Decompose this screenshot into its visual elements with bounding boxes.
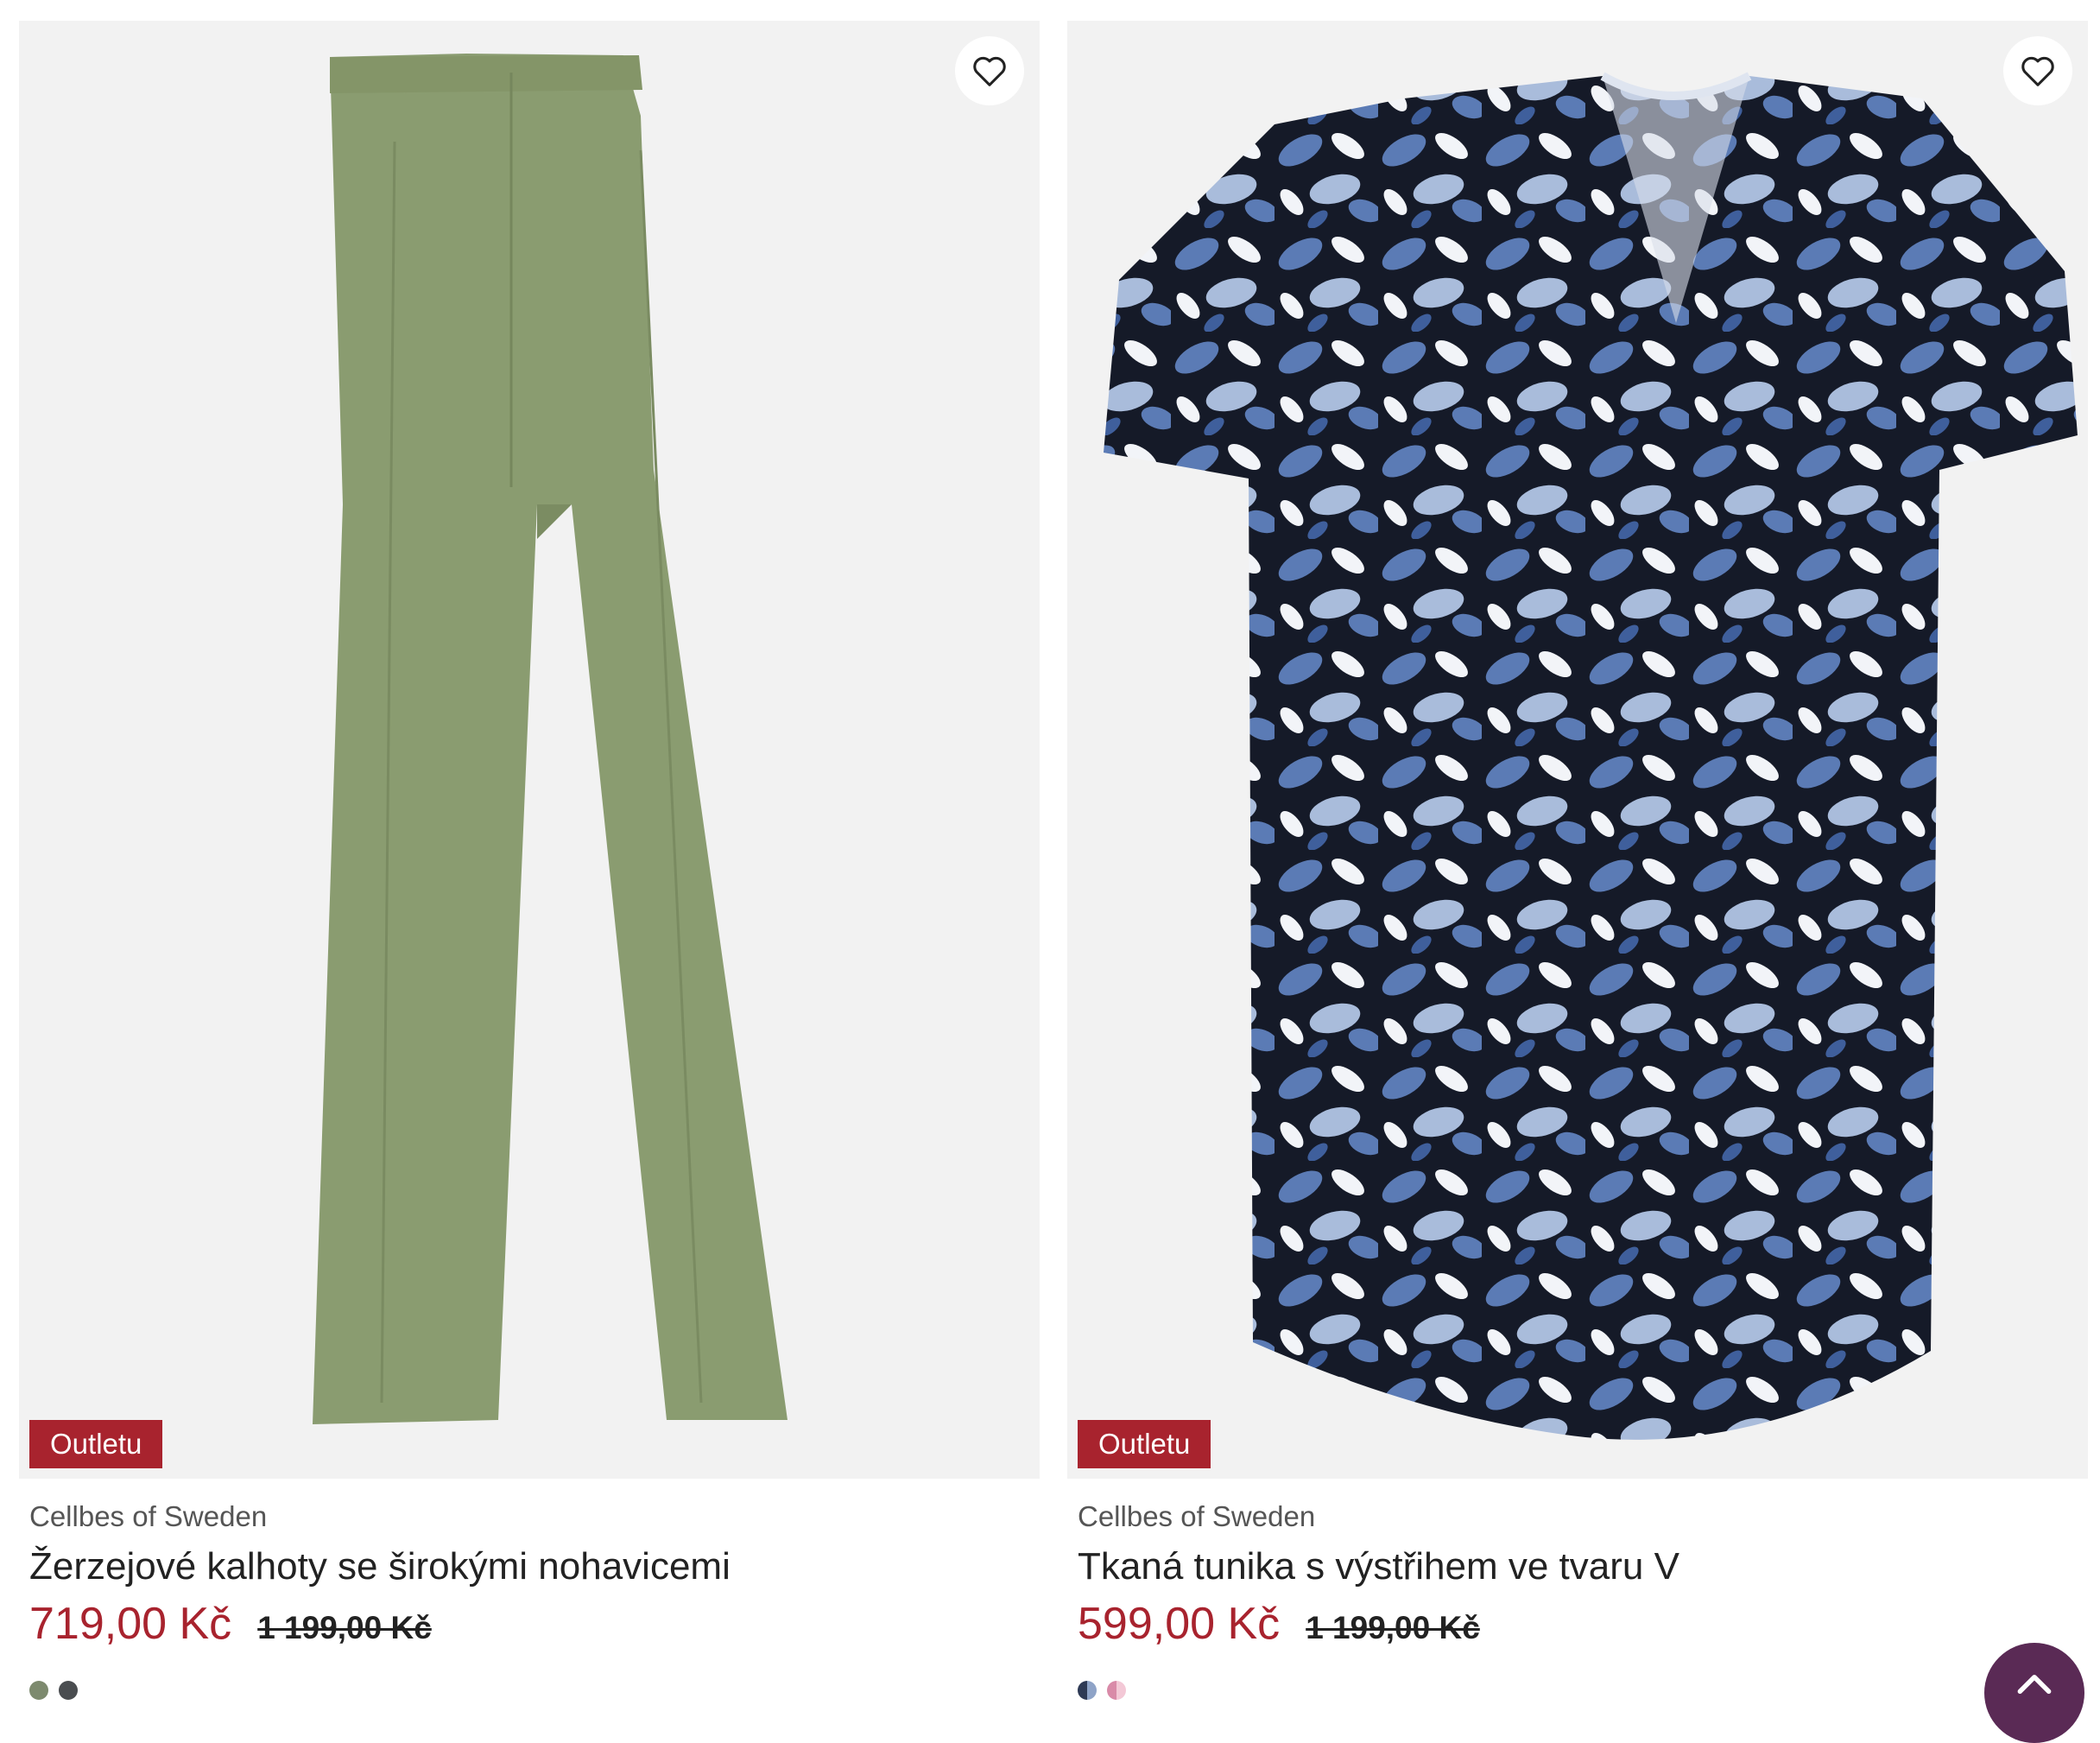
trousers-image bbox=[313, 54, 788, 1424]
product-grid: Outletu Cellbes of Sweden Žerzejové kalh… bbox=[19, 21, 2088, 1700]
product-title[interactable]: Tkaná tunika s výstřihem ve tvaru V bbox=[1078, 1543, 2088, 1591]
product-card-tunic[interactable]: Outletu Cellbes of Sweden Tkaná tunika s… bbox=[1067, 21, 2088, 1700]
outlet-badge: Outletu bbox=[1078, 1420, 1211, 1468]
color-swatch-grey[interactable] bbox=[59, 1681, 78, 1700]
chevron-up-icon bbox=[2017, 1674, 2052, 1695]
product-brand: Cellbes of Sweden bbox=[29, 1500, 268, 1532]
outlet-badge: Outletu bbox=[29, 1420, 163, 1468]
original-price: 1 199,00 Kč bbox=[1306, 1610, 1480, 1645]
product-card-trousers[interactable]: Outletu Cellbes of Sweden Žerzejové kalh… bbox=[19, 21, 1040, 1700]
color-swatch-pink[interactable] bbox=[1107, 1681, 1126, 1700]
product-prices: 719,00 Kč 1 199,00 Kč bbox=[29, 1598, 1040, 1650]
product-image[interactable]: Outletu bbox=[19, 21, 1040, 1479]
product-info: Cellbes of Sweden Žerzejové kalhoty se š… bbox=[19, 1499, 1040, 1700]
favorite-button[interactable] bbox=[2003, 36, 2072, 105]
product-title[interactable]: Žerzejové kalhoty se širokými nohavicemi bbox=[29, 1543, 1040, 1591]
color-swatches bbox=[29, 1681, 1040, 1700]
original-price: 1 199,00 Kč bbox=[257, 1610, 432, 1645]
product-info: Cellbes of Sweden Tkaná tunika s výstřih… bbox=[1067, 1499, 2088, 1700]
product-brand: Cellbes of Sweden bbox=[1078, 1500, 1316, 1532]
color-swatches bbox=[1078, 1681, 2088, 1700]
heart-outline-icon bbox=[973, 56, 1006, 86]
product-image[interactable]: Outletu bbox=[1067, 21, 2088, 1479]
color-swatch-navy[interactable] bbox=[1078, 1681, 1097, 1700]
tunic-image bbox=[1104, 72, 2078, 1440]
color-swatch-green[interactable] bbox=[29, 1681, 48, 1700]
product-prices: 599,00 Kč 1 199,00 Kč bbox=[1078, 1598, 2088, 1650]
heart-outline-icon bbox=[2021, 56, 2054, 86]
scroll-to-top-button[interactable] bbox=[1984, 1643, 2084, 1743]
sale-price: 599,00 Kč bbox=[1078, 1599, 1281, 1649]
sale-price: 719,00 Kč bbox=[29, 1599, 232, 1649]
favorite-button[interactable] bbox=[955, 36, 1024, 105]
